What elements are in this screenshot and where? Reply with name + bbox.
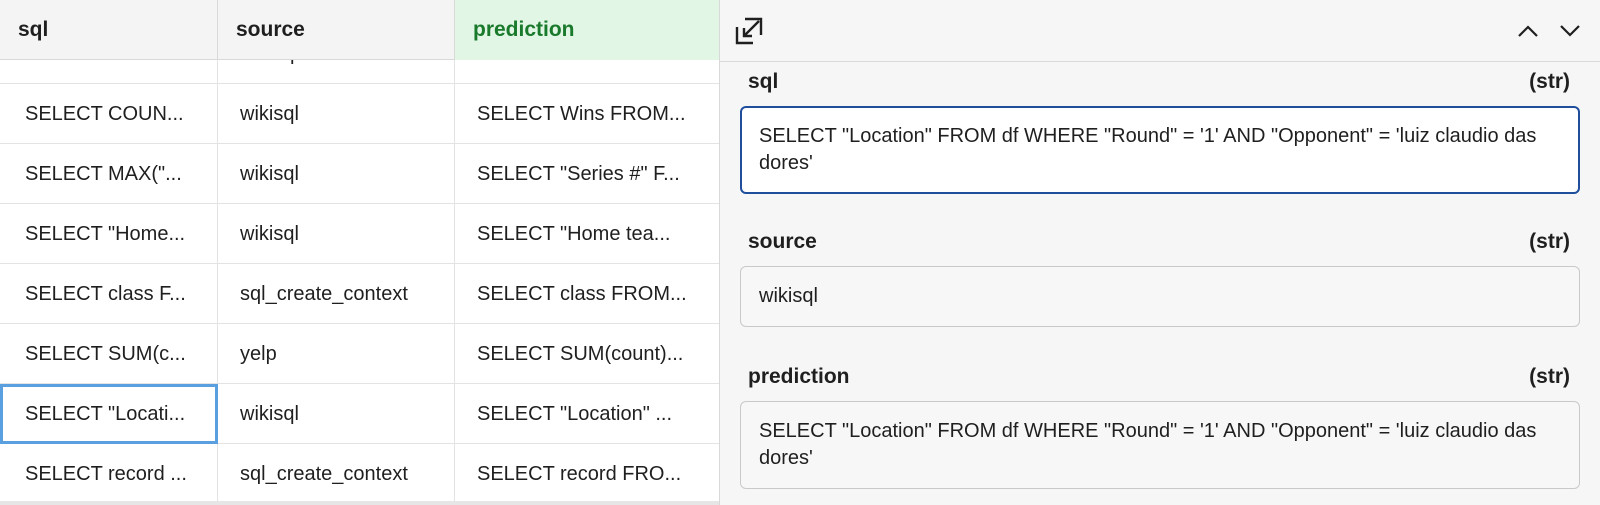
field-prediction: prediction (str) SELECT "Location" FROM … [740,365,1580,489]
cell-source[interactable]: sql_create_context [218,444,455,504]
cell-source[interactable]: wikisql [218,144,455,204]
cell-sql[interactable]: SELECT record ... [0,444,218,504]
chevron-down-icon [1560,25,1580,37]
cell-source[interactable]: wikisql [218,204,455,264]
field-label: sql [748,70,779,93]
field-source: source (str) wikisql [740,230,1580,327]
cell-sql[interactable]: SELECT "Home... [0,204,218,264]
cell-prediction[interactable]: SELECT "Series #" F... [455,144,719,204]
table-row[interactable]: SELECT MAX("... wikisql SELECT "Series #… [0,144,719,204]
field-label: source [748,230,817,253]
field-type: (str) [1529,70,1570,93]
cell-prediction[interactable]: SELECT Wins FROM... [455,84,719,144]
table-row[interactable]: SELECT SUM(c... yelp SELECT SUM(count)..… [0,324,719,384]
cell-sql-selected[interactable]: SELECT "Locati... [0,384,218,444]
table-body: SELECT "Atten... wikisql SELECT "Attenda… [0,24,719,504]
cell-sql[interactable]: SELECT class F... [0,264,218,324]
cell-source[interactable]: wikisql [218,84,455,144]
cell-sql[interactable]: SELECT COUN... [0,84,218,144]
column-header-sql[interactable]: sql [0,0,218,60]
cell-sql[interactable]: SELECT SUM(c... [0,324,218,384]
row-detail-panel: sql (str) SELECT "Location" FROM df WHER… [720,0,1600,505]
source-value-textarea[interactable]: wikisql [740,266,1580,327]
horizontal-scrollbar-track[interactable] [0,501,719,505]
panel-header [720,0,1600,62]
table-header: sql source prediction [0,0,719,60]
field-sql: sql (str) SELECT "Location" FROM df WHER… [740,70,1580,194]
column-header-source[interactable]: source [218,0,455,60]
cell-prediction[interactable]: SELECT record FRO... [455,444,719,504]
expand-button[interactable] [732,14,766,48]
field-type: (str) [1529,230,1570,253]
table-row[interactable]: SELECT class F... sql_create_context SEL… [0,264,719,324]
field-label: prediction [748,365,850,388]
data-table: sql source prediction SELECT "Atten... w… [0,0,720,505]
cell-prediction[interactable]: SELECT "Location" ... [455,384,719,444]
table-row[interactable]: SELECT "Home... wikisql SELECT "Home tea… [0,204,719,264]
cell-source[interactable]: yelp [218,324,455,384]
cell-sql[interactable]: SELECT MAX("... [0,144,218,204]
cell-prediction[interactable]: SELECT "Home tea... [455,204,719,264]
chevron-up-icon [1518,25,1538,37]
next-row-button[interactable] [1554,15,1586,47]
cell-prediction[interactable]: SELECT SUM(count)... [455,324,719,384]
cell-source[interactable]: sql_create_context [218,264,455,324]
table-row[interactable]: SELECT record ... sql_create_context SEL… [0,444,719,504]
cell-prediction[interactable]: SELECT class FROM... [455,264,719,324]
column-header-prediction[interactable]: prediction [455,0,719,60]
table-row-selected[interactable]: SELECT "Locati... wikisql SELECT "Locati… [0,384,719,444]
prediction-value-textarea[interactable]: SELECT "Location" FROM df WHERE "Round" … [740,401,1580,489]
previous-row-button[interactable] [1512,15,1544,47]
table-row[interactable]: SELECT COUN... wikisql SELECT Wins FROM.… [0,84,719,144]
cell-source[interactable]: wikisql [218,384,455,444]
expand-arrow-icon [735,17,763,45]
field-type: (str) [1529,365,1570,388]
sql-value-textarea[interactable]: SELECT "Location" FROM df WHERE "Round" … [740,106,1580,194]
